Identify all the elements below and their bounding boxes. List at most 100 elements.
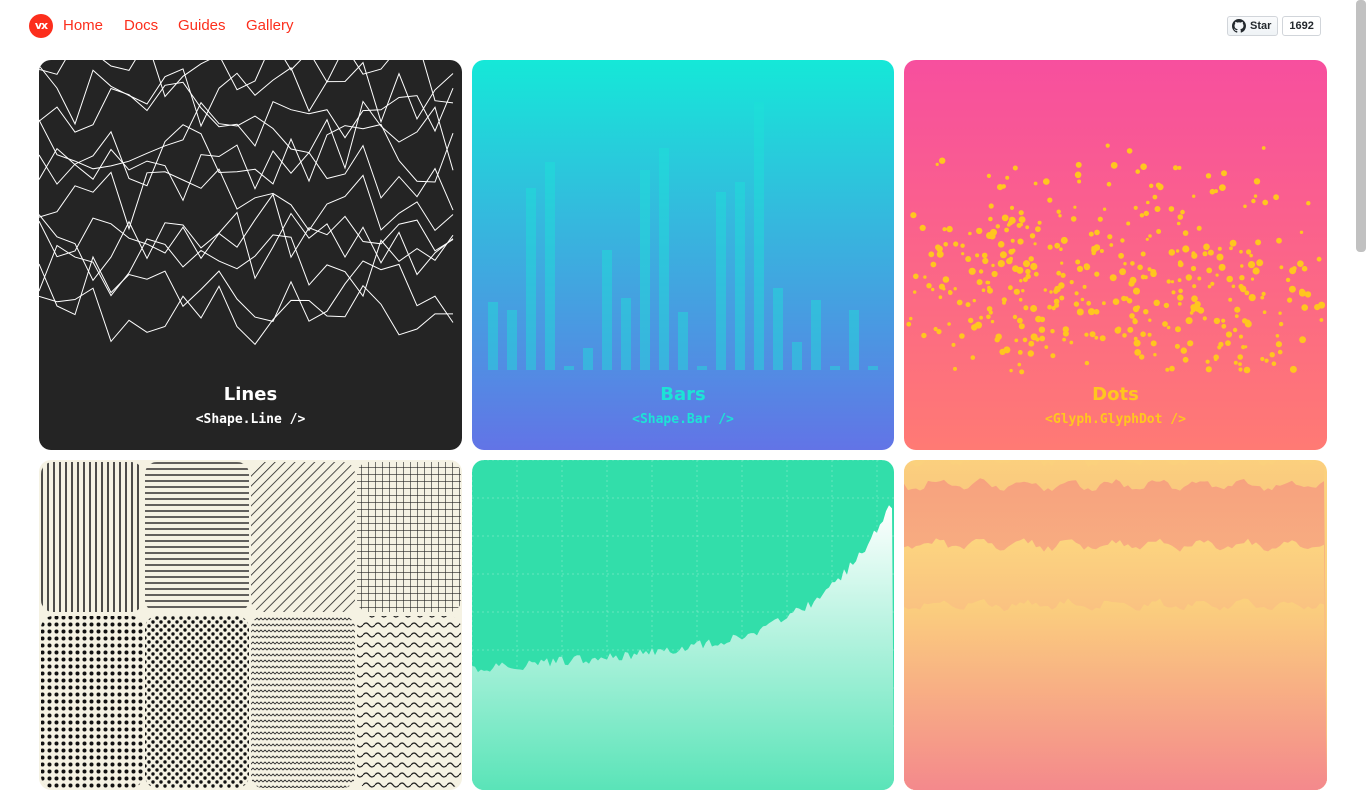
dot [1146,200,1150,205]
dot [1073,301,1080,307]
gallery-tile-stream[interactable] [904,460,1327,790]
dot [1177,294,1184,301]
dot [1017,350,1023,355]
dot [935,162,939,166]
dot [991,270,998,278]
dot [1306,201,1311,206]
dot [1232,327,1238,333]
dot [1168,206,1175,212]
dot [1084,332,1089,337]
gallery-tile-patterns[interactable] [39,460,462,790]
github-star-button[interactable]: Star [1227,16,1279,36]
dot [1148,318,1152,322]
dot [1177,214,1184,220]
nav-gallery[interactable]: Gallery [246,17,294,34]
dot [1217,246,1222,251]
dot [933,326,938,332]
dot [1155,182,1162,188]
dot [1075,161,1082,168]
dot [1234,306,1241,313]
dot [988,203,994,209]
line-path [39,144,454,211]
dot [1102,207,1107,211]
gallery-tile-area[interactable] [472,460,894,790]
dot [936,245,943,253]
dot [1008,216,1016,224]
dot [1069,280,1074,285]
dot [1033,271,1039,277]
patterns-preview [41,462,461,788]
bar [564,366,574,370]
dot [953,241,959,247]
dot [1023,305,1029,311]
dot [1018,297,1023,302]
dot [1122,333,1127,338]
dot [1177,302,1182,306]
dot [1278,321,1284,327]
dot [1173,165,1178,171]
dot [1126,148,1133,154]
dot [1112,298,1120,305]
dot [1191,251,1196,256]
dot [1260,295,1265,300]
dot [1234,314,1239,318]
dot [1004,227,1009,233]
dot [1059,247,1063,251]
dot [1218,263,1226,271]
dot [1196,225,1202,231]
dot [1203,243,1210,251]
dot [1047,244,1053,250]
dot [1202,251,1208,257]
github-star-count[interactable]: 1692 [1282,16,1321,36]
dot [923,275,927,279]
dot [1005,175,1010,180]
page-scrollbar[interactable] [1356,0,1366,252]
dot [1269,352,1275,358]
dot [1190,265,1197,272]
dot [1074,171,1082,179]
dot [1010,238,1015,243]
dot [1118,252,1124,259]
dot [1133,287,1140,295]
wave-pattern [357,616,461,788]
dot [1094,335,1099,340]
staggered-dots-pattern [145,616,249,788]
dot [1205,359,1210,364]
dot [953,287,957,291]
dot [1147,332,1152,337]
gallery-tile-dots[interactable]: Dots <Glyph.GlyphDot /> [904,60,1327,450]
dot [1059,295,1065,301]
dot [1229,239,1237,247]
dot [986,306,993,312]
dot [931,287,935,292]
dot [1166,325,1171,330]
dot [1148,234,1152,238]
dot [1132,318,1138,324]
gallery-tile-bars[interactable]: Bars <Shape.Bar /> [472,60,894,450]
dot [1177,278,1182,283]
dot [1019,279,1023,283]
dot [995,224,1000,229]
dot [1275,334,1280,338]
dot [1082,284,1087,289]
dot [1249,253,1253,258]
tile-subtitle: <Glyph.GlyphDot /> [1045,412,1186,427]
dot [1053,288,1059,294]
dot [978,269,984,274]
vx-logo[interactable]: vx [29,14,53,38]
bar [526,188,536,370]
dot [1114,327,1122,334]
dot [1129,313,1135,319]
dot [1019,369,1025,375]
dot [1133,339,1141,347]
nav-docs[interactable]: Docs [124,17,158,34]
gallery-tile-lines[interactable]: Lines <Shape.Line /> [39,60,462,450]
dot [938,295,943,299]
diagonal-lines-pattern [251,462,355,612]
nav-home[interactable]: Home [63,17,103,34]
dot [1030,262,1038,271]
dot [1056,270,1062,276]
dot [1006,223,1011,227]
dot [989,232,996,240]
nav-guides[interactable]: Guides [178,17,226,34]
